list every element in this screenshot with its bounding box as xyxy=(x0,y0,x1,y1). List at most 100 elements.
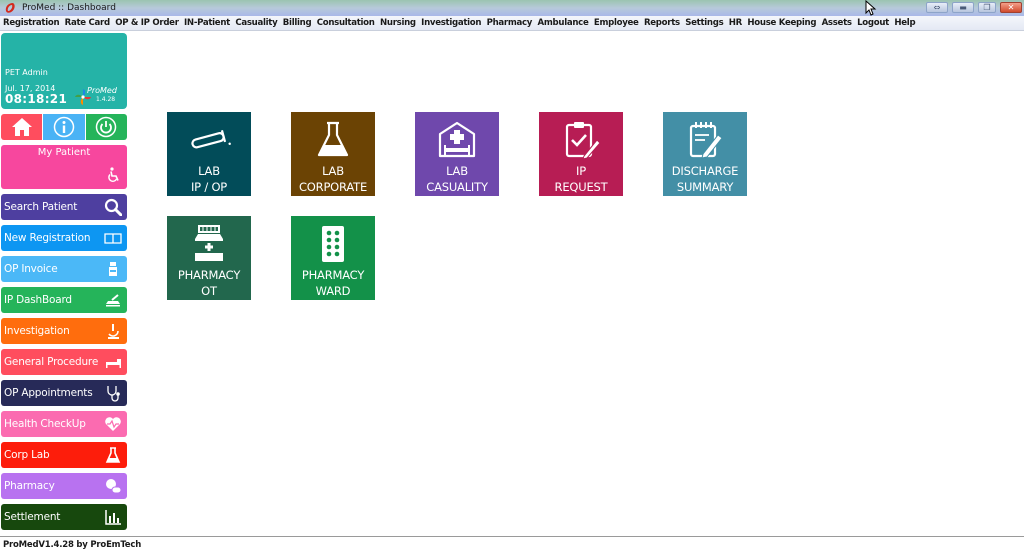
nav-item-ip-dashboard[interactable]: IP DashBoard xyxy=(1,287,127,313)
tile-pharmacy-ot[interactable]: PHARMACY OT xyxy=(167,216,251,300)
tile-label-line2: WARD xyxy=(315,284,351,298)
menu-item[interactable]: Registration xyxy=(3,18,60,28)
stretcher-icon xyxy=(104,291,122,309)
stethoscope-icon xyxy=(104,384,122,402)
info-button[interactable] xyxy=(42,114,86,140)
microscope-icon xyxy=(104,322,122,340)
nav-item-label: Settlement xyxy=(4,511,61,523)
menu-item[interactable]: Nursing xyxy=(380,18,416,28)
tile-label-line2: OT xyxy=(201,284,217,298)
power-button[interactable] xyxy=(85,114,127,140)
brand-version: 1.4.28 xyxy=(96,96,116,103)
my-patient-button[interactable]: My Patient xyxy=(1,145,127,189)
nav-item-label: General Procedure xyxy=(4,356,99,368)
profile-card: PET Admin Jul. 17, 2014 08:18:21 ProMed … xyxy=(1,33,127,109)
menu-item[interactable]: HR xyxy=(729,18,743,28)
power-icon xyxy=(96,116,117,138)
home-button[interactable] xyxy=(1,114,43,140)
menu-item[interactable]: Rate Card xyxy=(65,18,110,28)
tile-label-line1: LAB xyxy=(198,164,220,178)
tile-label: IP REQUEST xyxy=(555,163,608,195)
tile-label-line2: IP / OP xyxy=(190,180,228,194)
menu-item[interactable]: Help xyxy=(894,18,915,28)
tile-label-line2: REQUEST xyxy=(554,180,608,194)
tile-label-line1: IP xyxy=(576,164,586,178)
nav-item-new-registration[interactable]: New Registration xyxy=(1,225,127,251)
tile-label: PHARMACY WARD xyxy=(302,267,364,299)
nav-item-op-appointments[interactable]: OP Appointments xyxy=(1,380,127,406)
tile-ip-request[interactable]: IP REQUEST xyxy=(539,112,623,196)
tile-label-line1: LAB xyxy=(446,164,468,178)
tile-lab-ip-op[interactable]: LAB IP / OP xyxy=(167,112,251,196)
nav-item-settlement[interactable]: Settlement xyxy=(1,504,127,530)
medicine-jar-icon xyxy=(184,224,234,264)
menu-item[interactable]: Employee xyxy=(594,18,639,28)
tile-lab-corporate[interactable]: LAB CORPORATE xyxy=(291,112,375,196)
restore-icon[interactable]: ❐ xyxy=(978,2,996,13)
info-icon xyxy=(53,116,75,138)
nav-item-label: Health CheckUp xyxy=(4,418,86,430)
nav-item-label: Corp Lab xyxy=(4,449,50,461)
minimize-icon[interactable]: ▬ xyxy=(952,2,974,13)
bed-icon xyxy=(104,353,122,371)
brand-name: ProMed xyxy=(87,86,117,95)
window-controls: ⇔ ▬ ❐ ✕ xyxy=(926,2,1022,13)
close-icon[interactable]: ✕ xyxy=(1000,2,1022,13)
heart-icon xyxy=(104,415,122,433)
nav-item-op-invoice[interactable]: OP Invoice xyxy=(1,256,127,282)
app-logo-icon xyxy=(5,3,15,13)
flask-icon xyxy=(308,120,358,160)
clipboard-check-icon xyxy=(556,120,606,160)
menu-item[interactable]: Ambulance xyxy=(538,18,589,28)
window-title: ProMed :: Dashboard xyxy=(22,3,116,13)
menu-item[interactable]: OP & IP Order xyxy=(115,18,179,28)
menu-item[interactable]: Logout xyxy=(857,18,889,28)
nav-item-label: OP Appointments xyxy=(4,387,93,399)
menu-item[interactable]: Settings xyxy=(685,18,723,28)
bottle-icon xyxy=(104,260,122,278)
tile-label-line2: CORPORATE xyxy=(298,180,368,194)
resize-icon[interactable]: ⇔ xyxy=(926,2,948,13)
nav-item-pharmacy[interactable]: Pharmacy xyxy=(1,473,127,499)
my-patient-label: My Patient xyxy=(37,147,91,158)
wheelchair-icon xyxy=(108,167,119,182)
nav-item-label: IP DashBoard xyxy=(4,294,72,306)
menu-item[interactable]: Assets xyxy=(822,18,852,28)
menu-item[interactable]: Reports xyxy=(644,18,680,28)
nav-item-label: New Registration xyxy=(4,232,91,244)
menu-item[interactable]: Pharmacy xyxy=(487,18,533,28)
nav-item-investigation[interactable]: Investigation xyxy=(1,318,127,344)
mouse-cursor-icon xyxy=(865,0,877,16)
status-bar: ProMedV1.4.28 by ProEmTech xyxy=(0,536,1024,552)
search-icon xyxy=(104,198,122,216)
menu-item[interactable]: Consultation xyxy=(317,18,375,28)
tile-label-line2: SUMMARY xyxy=(676,180,734,194)
menu-item[interactable]: Casuality xyxy=(235,18,277,28)
test-tube-icon xyxy=(184,120,234,160)
tile-label: DISCHARGE SUMMARY xyxy=(671,163,739,195)
nav-item-health-checkup[interactable]: Health CheckUp xyxy=(1,411,127,437)
tile-label: LAB CASUALITY xyxy=(426,163,488,195)
nav-item-corp-lab[interactable]: Corp Lab xyxy=(1,442,127,468)
tile-lab-casuality[interactable]: LAB CASUALITY xyxy=(415,112,499,196)
nav-item-general-procedure[interactable]: General Procedure xyxy=(1,349,127,375)
nav-item-search-patient[interactable]: Search Patient xyxy=(1,194,127,220)
tile-label-line1: PHARMACY xyxy=(177,268,241,282)
menu-item[interactable]: IN-Patient xyxy=(184,18,230,28)
tile-label: LAB IP / OP xyxy=(191,163,227,195)
menu-item[interactable]: Investigation xyxy=(421,18,481,28)
tile-label: LAB CORPORATE xyxy=(299,163,367,195)
tile-pharmacy-ward[interactable]: PHARMACY WARD xyxy=(291,216,375,300)
menu-bar: Registration Rate Card OP & IP Order IN-Pat… xyxy=(0,16,1024,31)
menu-item[interactable]: Billing xyxy=(283,18,312,28)
quick-actions xyxy=(1,114,127,140)
tile-discharge-summary[interactable]: DISCHARGE SUMMARY xyxy=(663,112,747,196)
menu-item[interactable]: House Keeping xyxy=(747,18,816,28)
notepad-pencil-icon xyxy=(680,120,730,160)
nav-item-label: OP Invoice xyxy=(4,263,58,275)
nav-item-label: Investigation xyxy=(4,325,70,337)
tile-label-line1: LAB xyxy=(322,164,344,178)
current-time: 08:18:21 xyxy=(5,92,68,106)
tile-label-line1: DISCHARGE xyxy=(671,164,739,178)
user-name: PET Admin xyxy=(5,68,48,77)
